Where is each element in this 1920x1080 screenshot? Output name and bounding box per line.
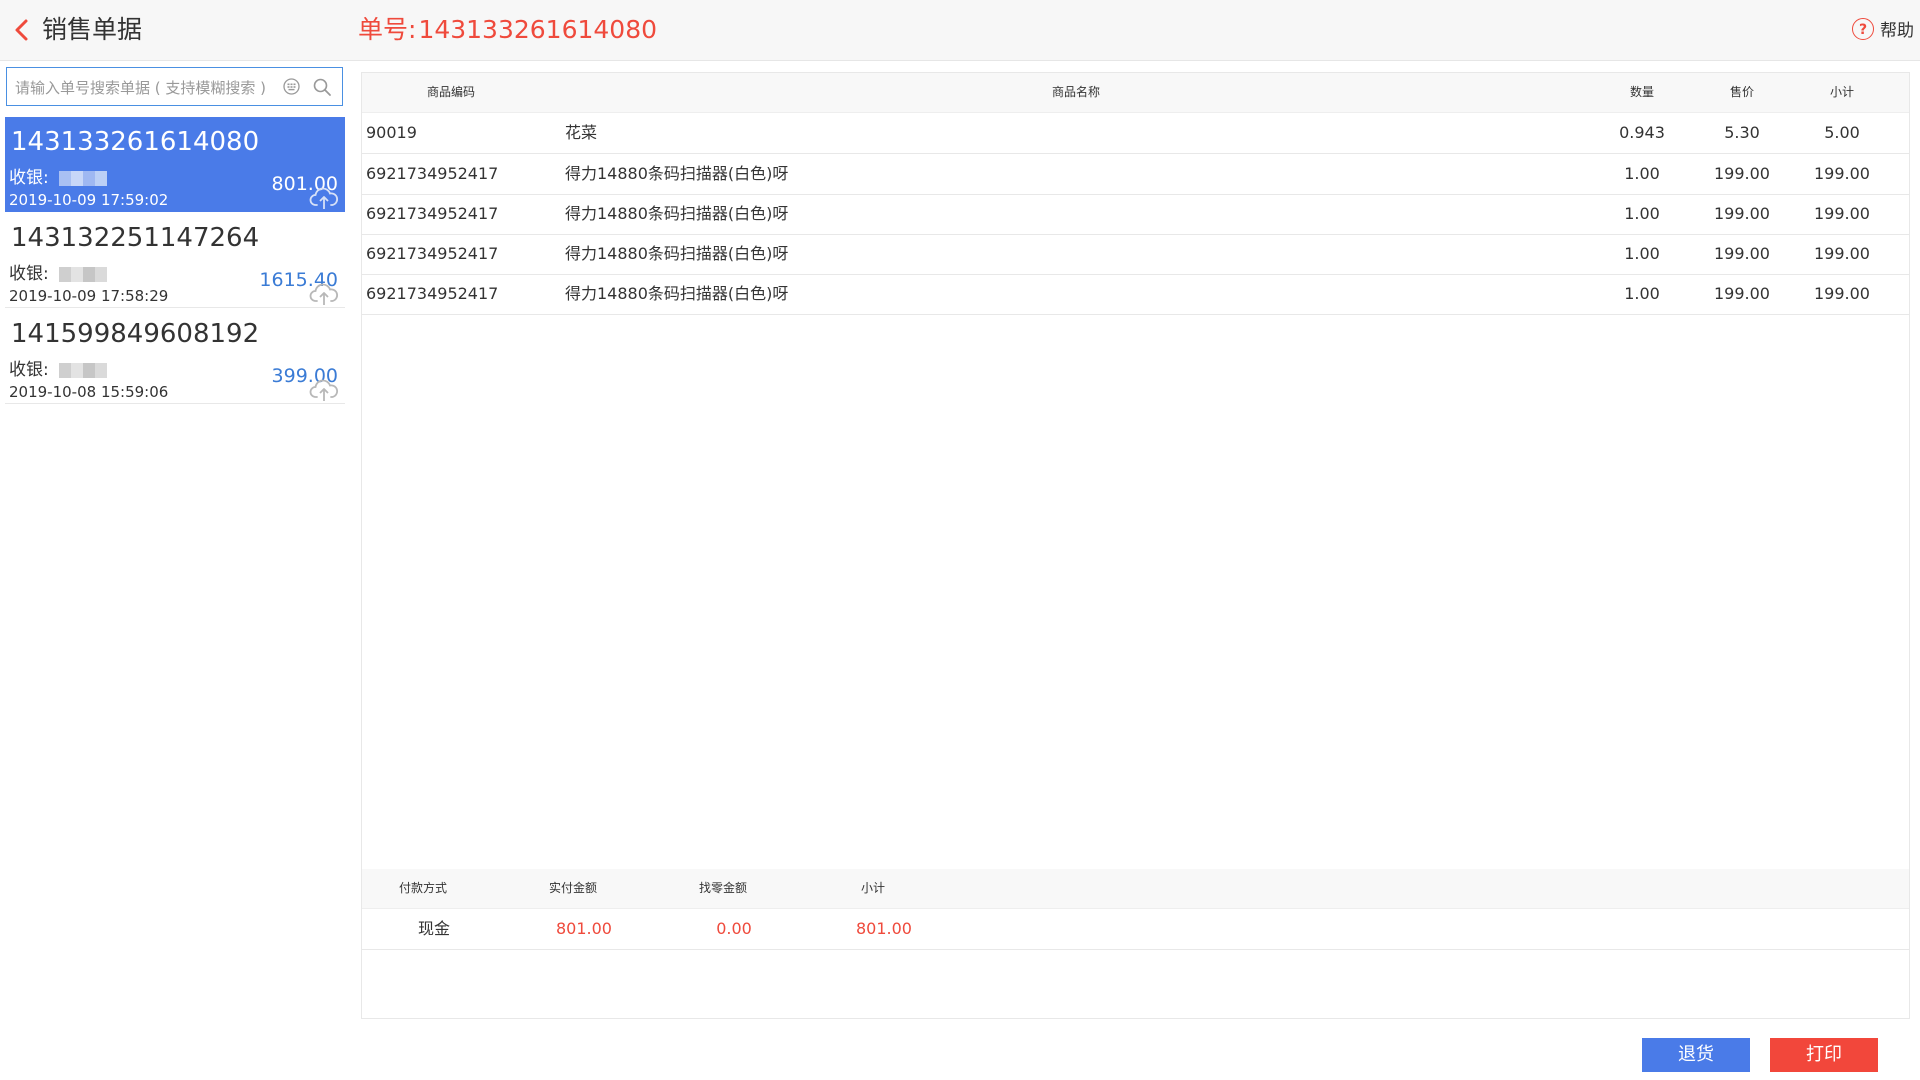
payment-method: 现金 [417, 919, 450, 938]
item-name: 得力14880条码扫描器(白色)呀 [565, 164, 789, 183]
item-price: 199.00 [1714, 244, 1770, 263]
page-title: 销售单据 [42, 15, 143, 44]
receipt-time: 2019-10-09 17:58:29 [9, 287, 169, 305]
item-qty: 1.00 [1624, 244, 1660, 263]
receipt-detail-panel: 商品编码 商品名称 数量 售价 小计 90019 花菜 0.943 5.30 5… [361, 72, 1910, 1019]
item-qty: 0.943 [1619, 123, 1665, 142]
item-price: 199.00 [1714, 284, 1770, 303]
cloud-upload-icon [309, 187, 339, 209]
cashier-label: 收银: [9, 168, 49, 188]
cloud-upload-icon [309, 379, 339, 401]
item-name: 得力14880条码扫描器(白色)呀 [565, 204, 789, 223]
order-number-label: 单号: [358, 15, 417, 44]
item-qty: 1.00 [1624, 164, 1660, 183]
receipt-number: 143132251147264 [11, 223, 260, 253]
cashier-label: 收银: [9, 264, 49, 284]
receipt-item-1[interactable]: 143133261614080 收银: 801.00 2019-10-09 17… [5, 117, 345, 212]
item-code: 6921734952417 [366, 284, 499, 303]
keyboard-icon[interactable] [283, 78, 300, 95]
receipt-time: 2019-10-08 15:59:06 [9, 383, 169, 401]
cashier: 收银: [9, 167, 107, 189]
search-icon[interactable] [312, 77, 332, 97]
search-box [6, 67, 343, 107]
back-arrow-icon[interactable] [8, 16, 36, 44]
receipt-number: 141599849608192 [11, 319, 260, 349]
header-bar [0, 0, 1920, 61]
item-subtotal: 199.00 [1814, 244, 1870, 263]
col-header-method: 付款方式 [398, 881, 447, 895]
cashier-name-blurred [58, 362, 107, 378]
col-header-change: 找零金额 [698, 881, 747, 895]
col-header-price: 售价 [1729, 85, 1754, 99]
col-header-pay-subtotal: 小计 [860, 881, 885, 895]
item-subtotal: 199.00 [1814, 164, 1870, 183]
item-subtotal: 199.00 [1814, 204, 1870, 223]
col-header-qty: 数量 [1629, 85, 1654, 99]
col-header-subtotal: 小计 [1829, 85, 1854, 99]
cashier-label: 收银: [9, 360, 49, 380]
return-button[interactable]: 退货 [1642, 1038, 1750, 1072]
items-table-header: 商品编码 商品名称 数量 售价 小计 [362, 73, 1909, 113]
item-name: 得力14880条码扫描器(白色)呀 [565, 284, 789, 303]
col-header-paid: 实付金额 [548, 881, 597, 895]
cloud-upload-icon [309, 283, 339, 305]
order-number: 单号:143133261614080 [358, 14, 657, 46]
question-icon: ? [1852, 17, 1874, 40]
print-button[interactable]: 打印 [1770, 1038, 1878, 1072]
item-subtotal: 5.00 [1824, 123, 1860, 142]
table-row[interactable]: 6921734952417 得力14880条码扫描器(白色)呀 1.00 199… [362, 154, 1909, 195]
change-amount: 0.00 [716, 919, 752, 938]
item-name: 得力14880条码扫描器(白色)呀 [565, 244, 789, 263]
item-code: 90019 [366, 123, 417, 142]
table-row[interactable]: 90019 花菜 0.943 5.30 5.00 [362, 113, 1909, 154]
table-row[interactable]: 6921734952417 得力14880条码扫描器(白色)呀 1.00 199… [362, 234, 1909, 275]
item-subtotal: 199.00 [1814, 284, 1870, 303]
cashier-name-blurred [58, 266, 107, 282]
item-price: 199.00 [1714, 204, 1770, 223]
item-code: 6921734952417 [366, 244, 499, 263]
table-row[interactable]: 6921734952417 得力14880条码扫描器(白色)呀 1.00 199… [362, 274, 1909, 315]
receipt-time: 2019-10-09 17:59:02 [9, 191, 169, 209]
cashier: 收银: [9, 263, 107, 285]
paid-amount: 801.00 [556, 919, 612, 938]
help-label: 帮助 [1880, 21, 1914, 41]
item-name: 花菜 [565, 123, 598, 142]
receipt-number: 143133261614080 [11, 127, 260, 157]
item-qty: 1.00 [1624, 284, 1660, 303]
item-code: 6921734952417 [366, 164, 499, 183]
col-header-code: 商品编码 [427, 85, 476, 99]
receipt-item-2[interactable]: 143132251147264 收银: 1615.40 2019-10-09 1… [5, 213, 345, 308]
payment-table-header: 付款方式 实付金额 找零金额 小计 [362, 869, 1909, 909]
item-qty: 1.00 [1624, 204, 1660, 223]
order-number-value: 143133261614080 [418, 15, 658, 44]
cashier: 收银: [9, 359, 107, 381]
cashier-name-blurred [58, 170, 107, 186]
item-price: 199.00 [1714, 164, 1770, 183]
search-input[interactable] [13, 68, 287, 107]
payment-subtotal: 801.00 [856, 919, 912, 938]
item-code: 6921734952417 [366, 204, 499, 223]
table-row[interactable]: 现金 801.00 0.00 801.00 [362, 909, 1909, 950]
help-button[interactable]: ? 帮助 [1852, 16, 1914, 41]
table-row[interactable]: 6921734952417 得力14880条码扫描器(白色)呀 1.00 199… [362, 194, 1909, 235]
item-price: 5.30 [1724, 123, 1760, 142]
col-header-name: 商品名称 [1052, 85, 1101, 99]
receipt-item-3[interactable]: 141599849608192 收银: 399.00 2019-10-08 15… [5, 309, 345, 404]
